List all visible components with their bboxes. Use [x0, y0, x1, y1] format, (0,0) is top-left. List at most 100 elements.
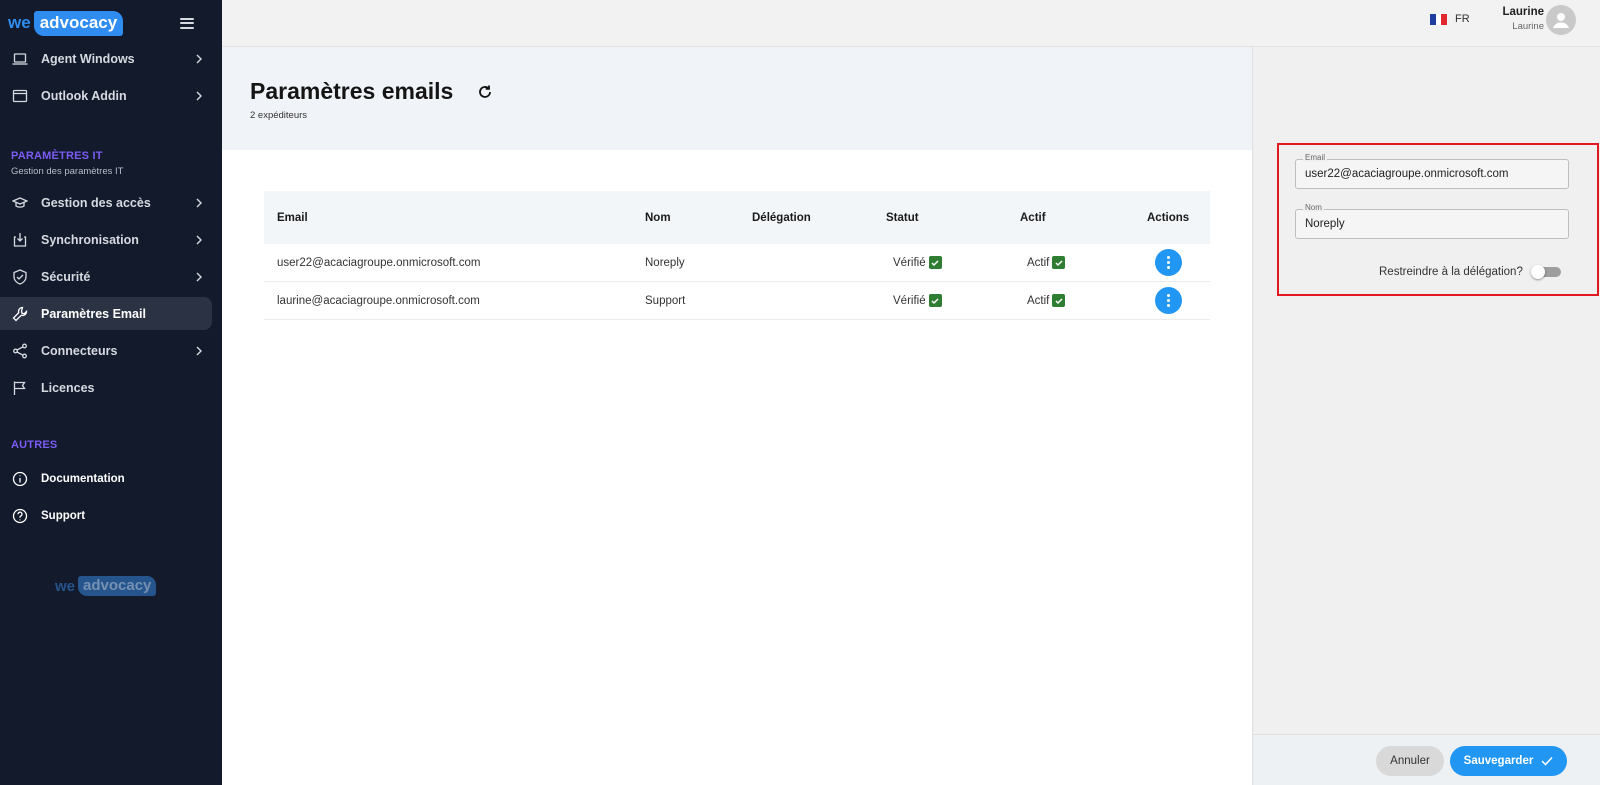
sync-box-icon [11, 231, 28, 248]
email-field[interactable]: Email user22@acaciagroupe.onmicrosoft.co… [1295, 153, 1569, 189]
hamburger-icon[interactable] [180, 17, 194, 29]
actif-label: Actif [1027, 256, 1050, 269]
user-icon [1553, 13, 1569, 28]
more-vertical-icon [1167, 255, 1170, 270]
more-vertical-icon [1167, 293, 1170, 308]
checkbox-checked-icon [1052, 294, 1066, 307]
nom-field-label: Nom [1303, 203, 1324, 212]
row-actif: Actif [1027, 244, 1066, 281]
sidebar-item-documentation[interactable]: Documentation [0, 462, 212, 495]
sidebar-item-label: Agent Windows [41, 51, 135, 66]
chevron-right-icon [196, 198, 202, 207]
section-title-other: AUTRES [11, 439, 58, 451]
sidebar-item-licences[interactable]: Licences [0, 371, 212, 404]
email-field-value: user22@acaciagroupe.onmicrosoft.com [1305, 168, 1509, 180]
chevron-right-icon [196, 235, 202, 244]
row-email: laurine@acaciagroupe.onmicrosoft.com [277, 294, 480, 307]
page-title: Paramètres emails [250, 78, 454, 104]
sidebar-item-gestion-acces[interactable]: Gestion des accès [0, 186, 212, 219]
sidebar-header: we advocacy [0, 0, 222, 46]
sidebar-item-synchronisation[interactable]: Synchronisation [0, 223, 212, 256]
logo-brand: advocacy [33, 10, 124, 36]
flag-icon [11, 379, 28, 396]
cancel-button[interactable]: Annuler [1376, 746, 1444, 776]
restrict-delegation-label: Restreindre à la délégation? [1379, 265, 1523, 278]
more-actions-button[interactable] [1155, 287, 1182, 314]
window-icon [11, 87, 28, 104]
sidebar-item-label: Gestion des accès [41, 195, 151, 210]
sidebar-item-label: Outlook Addin [41, 88, 127, 103]
sidebar-item-label: Paramètres Email [41, 306, 146, 321]
language-selector[interactable]: FR [1430, 13, 1470, 25]
row-statut: Vérifié [893, 282, 942, 319]
logo[interactable]: we advocacy [8, 10, 124, 36]
nom-field[interactable]: Nom Noreply [1295, 203, 1569, 239]
column-header-delegation[interactable]: Délégation [752, 191, 811, 244]
column-header-email[interactable]: Email [277, 191, 308, 244]
sidebar-item-support[interactable]: Support [0, 499, 212, 532]
row-actif: Actif [1027, 282, 1066, 319]
row-actions [1155, 282, 1182, 319]
checkbox-checked-icon [1052, 256, 1066, 269]
panel-footer: Annuler Sauvegarder [1253, 734, 1600, 785]
table-row[interactable]: user22@acaciagroupe.onmicrosoft.com Nore… [264, 244, 1210, 282]
page-header: Paramètres emails 2 expéditeurs [222, 47, 1252, 150]
senders-table: Email Nom Délégation Statut Actif Action… [264, 191, 1210, 320]
info-icon [11, 470, 28, 487]
user-subtitle: Laurine [1512, 21, 1544, 32]
page-subtitle: 2 expéditeurs [250, 110, 308, 121]
avatar[interactable] [1546, 5, 1576, 35]
user-info[interactable]: Laurine Laurine [1494, 6, 1544, 32]
bottom-logo-we: we [55, 577, 76, 595]
chevron-right-icon [196, 272, 202, 281]
laptop-icon [11, 50, 28, 67]
row-email: user22@acaciagroupe.onmicrosoft.com [277, 256, 481, 269]
france-flag-icon [1430, 13, 1448, 25]
column-header-actif[interactable]: Actif [1020, 191, 1046, 244]
restrict-delegation-toggle[interactable] [1530, 265, 1561, 279]
graduation-cap-icon [11, 194, 28, 211]
sidebar-item-label: Documentation [41, 472, 125, 485]
sidebar-item-securite[interactable]: Sécurité [0, 260, 212, 293]
column-header-statut[interactable]: Statut [886, 191, 919, 244]
table-header: Email Nom Délégation Statut Actif Action… [264, 191, 1210, 244]
sidebar-item-parametres-email[interactable]: Paramètres Email [0, 297, 212, 330]
restrict-delegation-row: Restreindre à la délégation? [1379, 265, 1561, 279]
row-actions [1155, 244, 1182, 281]
column-header-nom[interactable]: Nom [645, 191, 671, 244]
more-actions-button[interactable] [1155, 249, 1182, 276]
sidebar-item-connecteurs[interactable]: Connecteurs [0, 334, 212, 367]
row-statut: Vérifié [893, 244, 942, 281]
statut-label: Vérifié [893, 294, 926, 307]
language-label: FR [1455, 13, 1470, 25]
sidebar-item-label: Licences [41, 380, 95, 395]
email-field-label: Email [1303, 153, 1328, 162]
logo-we: we [8, 13, 31, 32]
statut-label: Vérifié [893, 256, 926, 269]
share-icon [11, 342, 28, 359]
sidebar-item-label: Sécurité [41, 269, 91, 284]
nom-field-value: Noreply [1305, 218, 1345, 230]
edit-panel: Email user22@acaciagroupe.onmicrosoft.co… [1252, 47, 1600, 785]
row-nom: Support [645, 294, 686, 307]
shield-check-icon [11, 268, 28, 285]
checkbox-checked-icon [928, 256, 942, 269]
chevron-right-icon [196, 91, 202, 100]
row-nom: Noreply [645, 256, 685, 269]
wrench-icon [11, 305, 28, 322]
sidebar: we advocacy Agent Windows Outlook Addin … [0, 0, 222, 785]
table-row[interactable]: laurine@acaciagroupe.onmicrosoft.com Sup… [264, 282, 1210, 320]
user-name: Laurine [1502, 6, 1544, 18]
actif-label: Actif [1027, 294, 1050, 307]
section-title-it: PARAMÈTRES IT [11, 150, 103, 162]
sidebar-item-outlook-addin[interactable]: Outlook Addin [0, 79, 212, 112]
checkbox-checked-icon [928, 294, 942, 307]
save-button[interactable]: Sauvegarder [1450, 746, 1567, 776]
sidebar-item-label: Connecteurs [41, 343, 118, 358]
edit-form: Email user22@acaciagroupe.onmicrosoft.co… [1277, 143, 1599, 296]
bottom-logo-brand: advocacy [78, 576, 157, 596]
refresh-icon[interactable] [477, 84, 493, 100]
check-icon [1541, 756, 1553, 766]
sidebar-item-agent-windows[interactable]: Agent Windows [0, 42, 212, 75]
chevron-right-icon [196, 346, 202, 355]
